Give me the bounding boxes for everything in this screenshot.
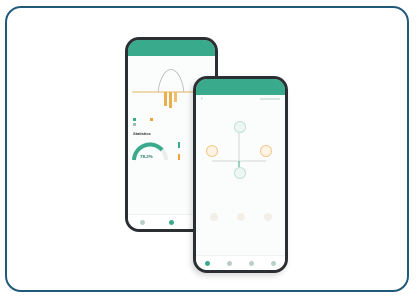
legend-swatch-2	[150, 118, 153, 121]
bar-3	[174, 92, 177, 102]
bar-1	[164, 92, 167, 106]
summary-item-1	[209, 213, 218, 223]
subheader-line	[260, 98, 280, 100]
energy-flow	[196, 103, 285, 213]
gauge-value: 78.2%	[140, 154, 153, 159]
summary-icon-2	[236, 213, 245, 221]
legend-swatch-1	[133, 118, 136, 121]
promo-card: Statistics 78.2% ‹	[5, 6, 409, 292]
subheader: ‹	[196, 95, 285, 103]
solar-node-icon	[206, 145, 218, 157]
nav-home-icon[interactable]	[140, 219, 145, 225]
legend-swatch-3	[133, 123, 136, 126]
summary-row	[196, 213, 285, 223]
back-arrow-icon[interactable]: ‹	[201, 96, 203, 102]
bar-2	[169, 92, 172, 108]
nav-stats-icon[interactable]	[226, 260, 232, 266]
summary-icon-1	[209, 213, 218, 221]
front-bottom-nav	[196, 255, 285, 270]
nav-home-icon[interactable]	[204, 260, 210, 266]
flow-lines	[212, 133, 266, 171]
gauge-chart	[132, 142, 168, 161]
front-phone: ‹	[193, 76, 288, 273]
stat-bar-2	[178, 154, 180, 160]
nav-device-icon[interactable]	[249, 260, 255, 266]
summary-item-3	[263, 213, 272, 223]
home-node-icon	[234, 167, 246, 179]
front-phone-toolbar	[196, 79, 285, 95]
grid-node-icon	[260, 145, 272, 157]
nav-settings-icon[interactable]	[271, 260, 277, 266]
back-phone-toolbar	[128, 40, 215, 56]
summary-icon-3	[263, 213, 272, 221]
stat-bar-1	[178, 142, 180, 148]
nav-stats-icon[interactable]	[169, 219, 174, 225]
summary-item-2	[236, 213, 245, 223]
solar-curve	[157, 69, 185, 93]
